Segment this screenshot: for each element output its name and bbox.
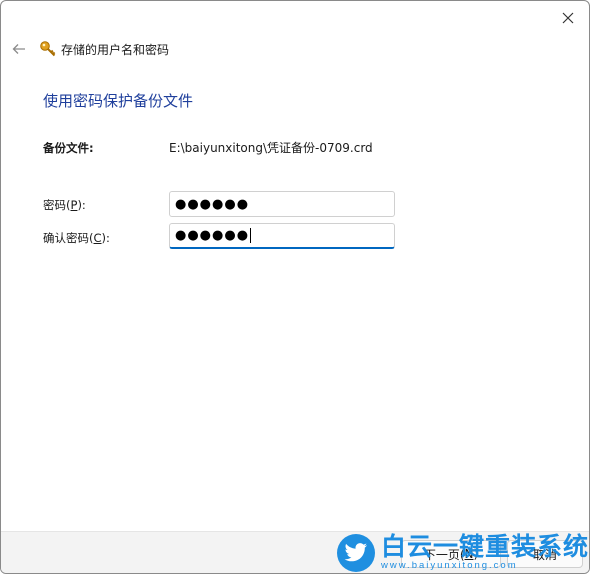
watermark-logo bbox=[337, 533, 375, 572]
watermark: 白云一键重装系统 www.baiyunxitong.com bbox=[337, 531, 590, 574]
key-icon bbox=[40, 41, 56, 57]
backup-file-label: 备份文件: bbox=[43, 141, 94, 155]
confirm-password-mnemonic: C bbox=[93, 231, 102, 245]
password-value: ●●●●●● bbox=[175, 196, 250, 212]
dialog-window: 存储的用户名和密码 使用密码保护备份文件 备份文件: E:\baiyunxito… bbox=[0, 0, 590, 574]
title-bar: 存储的用户名和密码 bbox=[11, 39, 169, 59]
back-arrow-icon[interactable] bbox=[11, 41, 27, 57]
close-icon bbox=[562, 12, 574, 24]
text-caret bbox=[250, 228, 252, 243]
password-label-suffix: ): bbox=[77, 198, 86, 212]
watermark-url: www.baiyunxitong.com bbox=[381, 560, 518, 572]
password-input[interactable]: ●●●●●● bbox=[169, 191, 395, 217]
confirm-password-label-suffix: ): bbox=[101, 231, 110, 245]
confirm-password-label: 确认密码(C): bbox=[43, 230, 110, 246]
watermark-texts: 白云一键重装系统 www.baiyunxitong.com bbox=[381, 534, 589, 571]
confirm-password-label-prefix: 确认密码( bbox=[43, 231, 94, 245]
password-label: 密码(P): bbox=[43, 197, 86, 213]
confirm-password-input[interactable]: ●●●●●● bbox=[169, 223, 395, 249]
close-button[interactable] bbox=[553, 6, 583, 30]
confirm-password-value: ●●●●●● bbox=[175, 228, 250, 243]
dialog-title: 存储的用户名和密码 bbox=[61, 42, 170, 57]
watermark-title: 白云一键重装系统 bbox=[381, 532, 590, 562]
backup-file-path: E:\baiyunxitong\凭证备份-0709.crd bbox=[169, 141, 373, 155]
password-label-prefix: 密码( bbox=[43, 198, 71, 212]
page-heading: 使用密码保护备份文件 bbox=[43, 92, 194, 110]
twitter-bird-icon bbox=[344, 542, 368, 561]
